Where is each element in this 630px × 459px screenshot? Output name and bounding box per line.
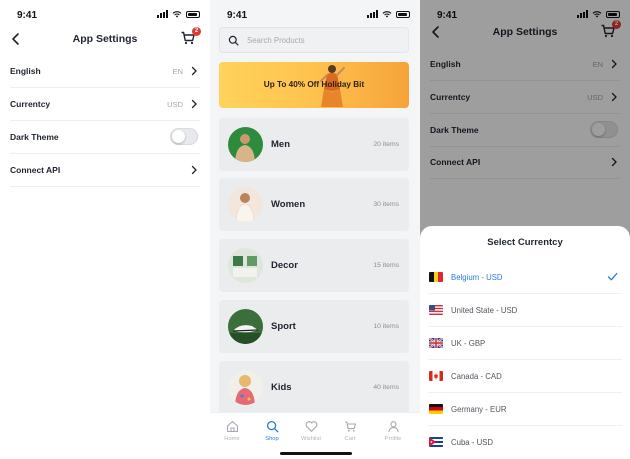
- status-time: 9:41: [17, 10, 38, 21]
- category-count: 10 items: [373, 323, 399, 330]
- battery-icon: [186, 10, 200, 18]
- home-icon: [226, 420, 238, 433]
- category-count: 15 items: [373, 262, 399, 269]
- category-count: 40 items: [373, 384, 399, 391]
- currency-option-label: United State - USD: [451, 306, 518, 315]
- home-indicator: [280, 452, 352, 455]
- language-row[interactable]: English EN: [10, 56, 200, 88]
- belgium-flag-icon: [429, 272, 443, 282]
- germany-flag-icon: [429, 404, 443, 414]
- category-card-decor[interactable]: Decor 15 items: [219, 239, 409, 292]
- sport-category-image: [228, 309, 263, 344]
- connect-api-row[interactable]: Connect API: [10, 155, 200, 187]
- currency-option-label: Belgium - USD: [451, 273, 503, 282]
- currency-option-usa[interactable]: United State - USD: [428, 294, 622, 327]
- tab-label: Home: [224, 436, 240, 442]
- currency-option-germany[interactable]: Germany - EUR: [428, 393, 622, 426]
- chevron-right-icon: [191, 165, 197, 175]
- status-bar: 9:41: [210, 0, 420, 30]
- category-card-sport[interactable]: Sport 10 items: [219, 300, 409, 353]
- men-category-image: [228, 127, 263, 162]
- chevron-right-icon: [191, 99, 197, 109]
- tab-label: Profile: [384, 436, 402, 442]
- search-icon: [266, 420, 278, 433]
- category-name: Sport: [271, 321, 296, 332]
- sheet-title: Select Currentcy: [487, 237, 563, 248]
- language-value: EN: [172, 67, 183, 76]
- currency-option-canada[interactable]: Canada - CAD: [428, 360, 622, 393]
- status-time: 9:41: [227, 10, 248, 21]
- search-placeholder: Search Products: [247, 36, 305, 45]
- category-name: Women: [271, 199, 306, 210]
- page-title: App Settings: [72, 33, 138, 45]
- uk-flag-icon: [429, 338, 443, 348]
- currency-option-label: Germany - EUR: [451, 405, 507, 414]
- user-icon: [387, 421, 399, 433]
- banner-text: Up To 40% Off Holiday Bit: [263, 80, 365, 89]
- category-name: Kids: [271, 382, 292, 393]
- search-icon: [228, 35, 239, 46]
- currency-option-label: Cuba - USD: [451, 438, 494, 447]
- chevron-right-icon: [191, 66, 197, 76]
- settings-screen: 9:41 App Settings 2 English EN Currentcy…: [0, 0, 210, 459]
- dark-theme-label: Dark Theme: [10, 132, 59, 142]
- currency-option-label: Canada - CAD: [451, 372, 502, 381]
- tab-label: Shop: [265, 436, 279, 442]
- promo-banner[interactable]: Up To 40% Off Holiday Bit: [219, 62, 409, 108]
- signal-icon: [157, 10, 168, 18]
- tab-wishlist[interactable]: Wishlist: [291, 420, 331, 442]
- wifi-icon: [172, 11, 182, 18]
- language-label: English: [10, 66, 41, 76]
- cart-badge: 2: [192, 27, 201, 36]
- cart-button[interactable]: 2: [180, 27, 201, 46]
- check-icon: [607, 272, 618, 281]
- currency-option-cuba[interactable]: Cuba - USD: [428, 426, 622, 459]
- settings-header: App Settings 2: [0, 27, 210, 52]
- tab-label: Cart: [344, 436, 356, 442]
- decor-category-image: [228, 248, 263, 283]
- women-category-image: [228, 187, 263, 222]
- wifi-icon: [382, 11, 392, 18]
- tab-shop[interactable]: Shop: [252, 420, 292, 442]
- heart-icon: [305, 421, 317, 432]
- signal-icon: [367, 10, 378, 18]
- tab-home[interactable]: Home: [212, 420, 252, 442]
- tab-profile[interactable]: Profile: [373, 420, 413, 442]
- currency-option-belgium[interactable]: Belgium - USD: [428, 261, 622, 294]
- category-card-men[interactable]: Men 20 items: [219, 118, 409, 171]
- cart-icon: [344, 421, 356, 432]
- currency-option-uk[interactable]: UK - GBP: [428, 327, 622, 360]
- currency-label: Currentcy: [10, 99, 51, 109]
- connect-api-label: Connect API: [10, 165, 61, 175]
- currency-row[interactable]: Currentcy USD: [10, 89, 200, 121]
- canada-flag-icon: [429, 371, 443, 381]
- usa-flag-icon: [429, 305, 443, 315]
- category-count: 30 items: [373, 201, 399, 208]
- category-card-kids[interactable]: Kids 40 items: [219, 361, 409, 414]
- category-card-women[interactable]: Women 30 items: [219, 178, 409, 231]
- dark-theme-toggle[interactable]: [170, 128, 198, 145]
- tab-cart[interactable]: Cart: [330, 420, 370, 442]
- status-bar: 9:41: [0, 0, 210, 30]
- currency-option-label: UK - GBP: [451, 339, 486, 348]
- search-input[interactable]: Search Products: [219, 27, 409, 53]
- category-name: Men: [271, 139, 290, 150]
- currency-bottom-sheet: Select Currentcy Belgium - USD United St…: [420, 226, 630, 459]
- tab-label: Wishlist: [301, 436, 321, 442]
- dark-theme-row: Dark Theme: [10, 122, 200, 154]
- shop-screen: 9:41 Search Products Up To 40% Off Holid…: [210, 0, 420, 459]
- category-name: Decor: [271, 260, 298, 271]
- cuba-flag-icon: [429, 437, 443, 447]
- kids-category-image: [228, 370, 263, 405]
- currency-value: USD: [167, 100, 183, 109]
- currency-picker-screen: 9:41 App Settings 2 English EN Currentcy…: [420, 0, 630, 459]
- category-count: 20 items: [373, 141, 399, 148]
- battery-icon: [396, 10, 410, 18]
